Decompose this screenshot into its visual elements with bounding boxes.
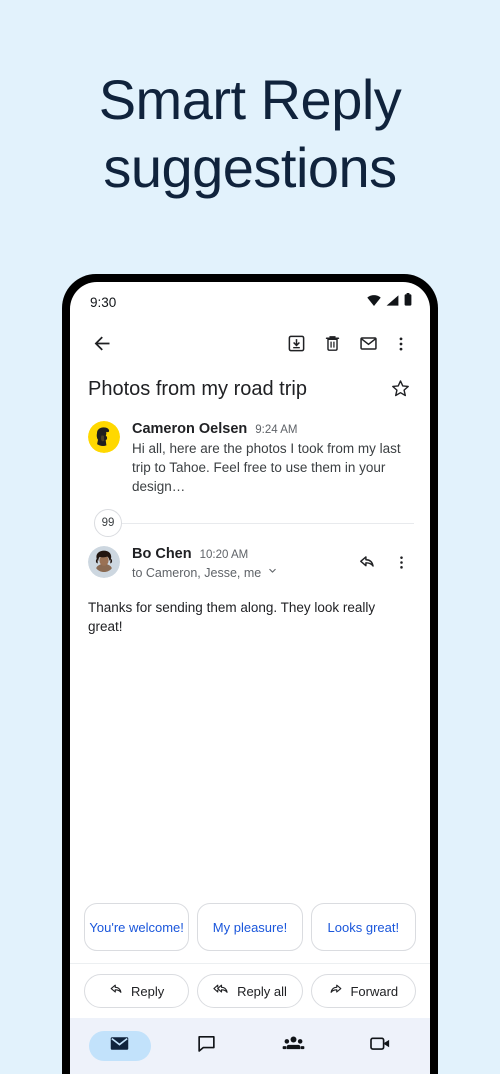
archive-button[interactable] [278,328,314,364]
message-body: Bo Chen 10:20 AM to Cameron, Jesse, me [132,546,352,582]
message-time: 10:20 AM [199,549,249,561]
phone-screen: 9:30 Photos from my road trip Cameron Oe… [70,282,430,1074]
page-title-line-2: suggestions [103,136,397,199]
reply-action-bar: Reply Reply all Forward [70,963,430,1018]
delete-button[interactable] [314,328,350,364]
message-body: Cameron Oelsen 9:24 AM Hi all, here are … [132,421,414,496]
bottom-navigation [70,1018,430,1074]
recipients-label: to Cameron, Jesse, me [132,566,262,580]
message-expanded: Bo Chen 10:20 AM to Cameron, Jesse, me [70,540,430,582]
more-vert-icon [392,335,410,358]
trash-icon [323,334,342,358]
message-collapsed[interactable]: Cameron Oelsen 9:24 AM Hi all, here are … [70,415,430,506]
subject-title: Photos from my road trip [88,378,307,400]
message-header: Cameron Oelsen 9:24 AM [132,421,414,437]
divider-line [122,523,414,524]
status-bar-icons [367,293,412,311]
page-title-line-1: Smart Reply [98,68,402,131]
page-title: Smart Reply suggestions [0,66,500,202]
smart-reply-chip-3[interactable]: Looks great! [310,903,416,951]
forward-button-label: Forward [350,983,399,999]
nav-meet[interactable] [337,1018,424,1074]
message-time: 9:24 AM [255,424,298,436]
message-more-button[interactable] [386,550,416,580]
message-snippet: Hi all, here are the photos I took from … [132,441,401,494]
reply-arrow-icon [109,982,124,1000]
spaces-people-icon [282,1033,305,1059]
nav-spaces-pill [263,1031,325,1061]
message-sender: Bo Chen [132,546,192,562]
nav-mail[interactable] [76,1018,163,1074]
archive-icon [287,334,306,358]
more-options-button[interactable] [386,328,416,364]
smart-reply-suggestions: You're welcome! My pleasure! Looks great… [70,895,430,963]
content-filler [70,636,430,895]
back-arrow-icon [92,333,113,359]
envelope-icon [359,334,378,358]
app-toolbar [70,322,430,370]
message-reply-button[interactable] [352,550,382,580]
battery-icon [404,293,412,311]
message-text: Thanks for sending them along. They look… [88,600,376,634]
nav-chat-pill [176,1031,238,1061]
more-vert-icon [393,554,410,576]
reply-all-arrow-icon [213,982,230,1000]
reply-arrow-icon [358,553,377,577]
reply-all-button[interactable]: Reply all [197,974,303,1008]
phone-mockup: 9:30 Photos from my road trip Cameron Oe… [62,274,438,1074]
mark-unread-button[interactable] [350,328,386,364]
nav-mail-pill [88,1031,151,1061]
mail-filled-icon [109,1033,130,1059]
collapsed-messages-divider[interactable]: 99 [70,506,430,540]
collapsed-count-badge[interactable]: 99 [94,509,122,537]
forward-button[interactable]: Forward [310,974,416,1008]
smart-reply-chip-1[interactable]: You're welcome! [84,903,190,951]
forward-arrow-icon [328,982,343,1000]
chevron-down-icon [266,564,279,582]
star-button[interactable] [386,377,414,405]
chat-bubble-icon [196,1033,217,1059]
message-header: Bo Chen 10:20 AM [132,546,352,562]
back-button[interactable] [84,328,120,364]
reply-button-label: Reply [131,983,165,999]
avatar [88,546,120,578]
nav-spaces[interactable] [250,1018,337,1074]
wifi-icon [367,293,381,311]
status-bar-time: 9:30 [90,294,117,310]
status-bar: 9:30 [70,282,430,322]
reply-all-button-label: Reply all [237,983,287,999]
message-sender: Cameron Oelsen [132,421,248,437]
nav-chat[interactable] [163,1018,250,1074]
cellular-signal-icon [386,293,399,311]
reply-button[interactable]: Reply [84,974,190,1008]
smart-reply-chip-2[interactable]: My pleasure! [197,903,303,951]
message-actions [352,546,416,582]
avatar [88,421,120,453]
nav-meet-pill [350,1031,412,1061]
recipients-row[interactable]: to Cameron, Jesse, me [132,564,352,582]
video-camera-icon [369,1034,392,1058]
star-outline-icon [390,378,411,404]
subject-row: Photos from my road trip [70,370,430,415]
